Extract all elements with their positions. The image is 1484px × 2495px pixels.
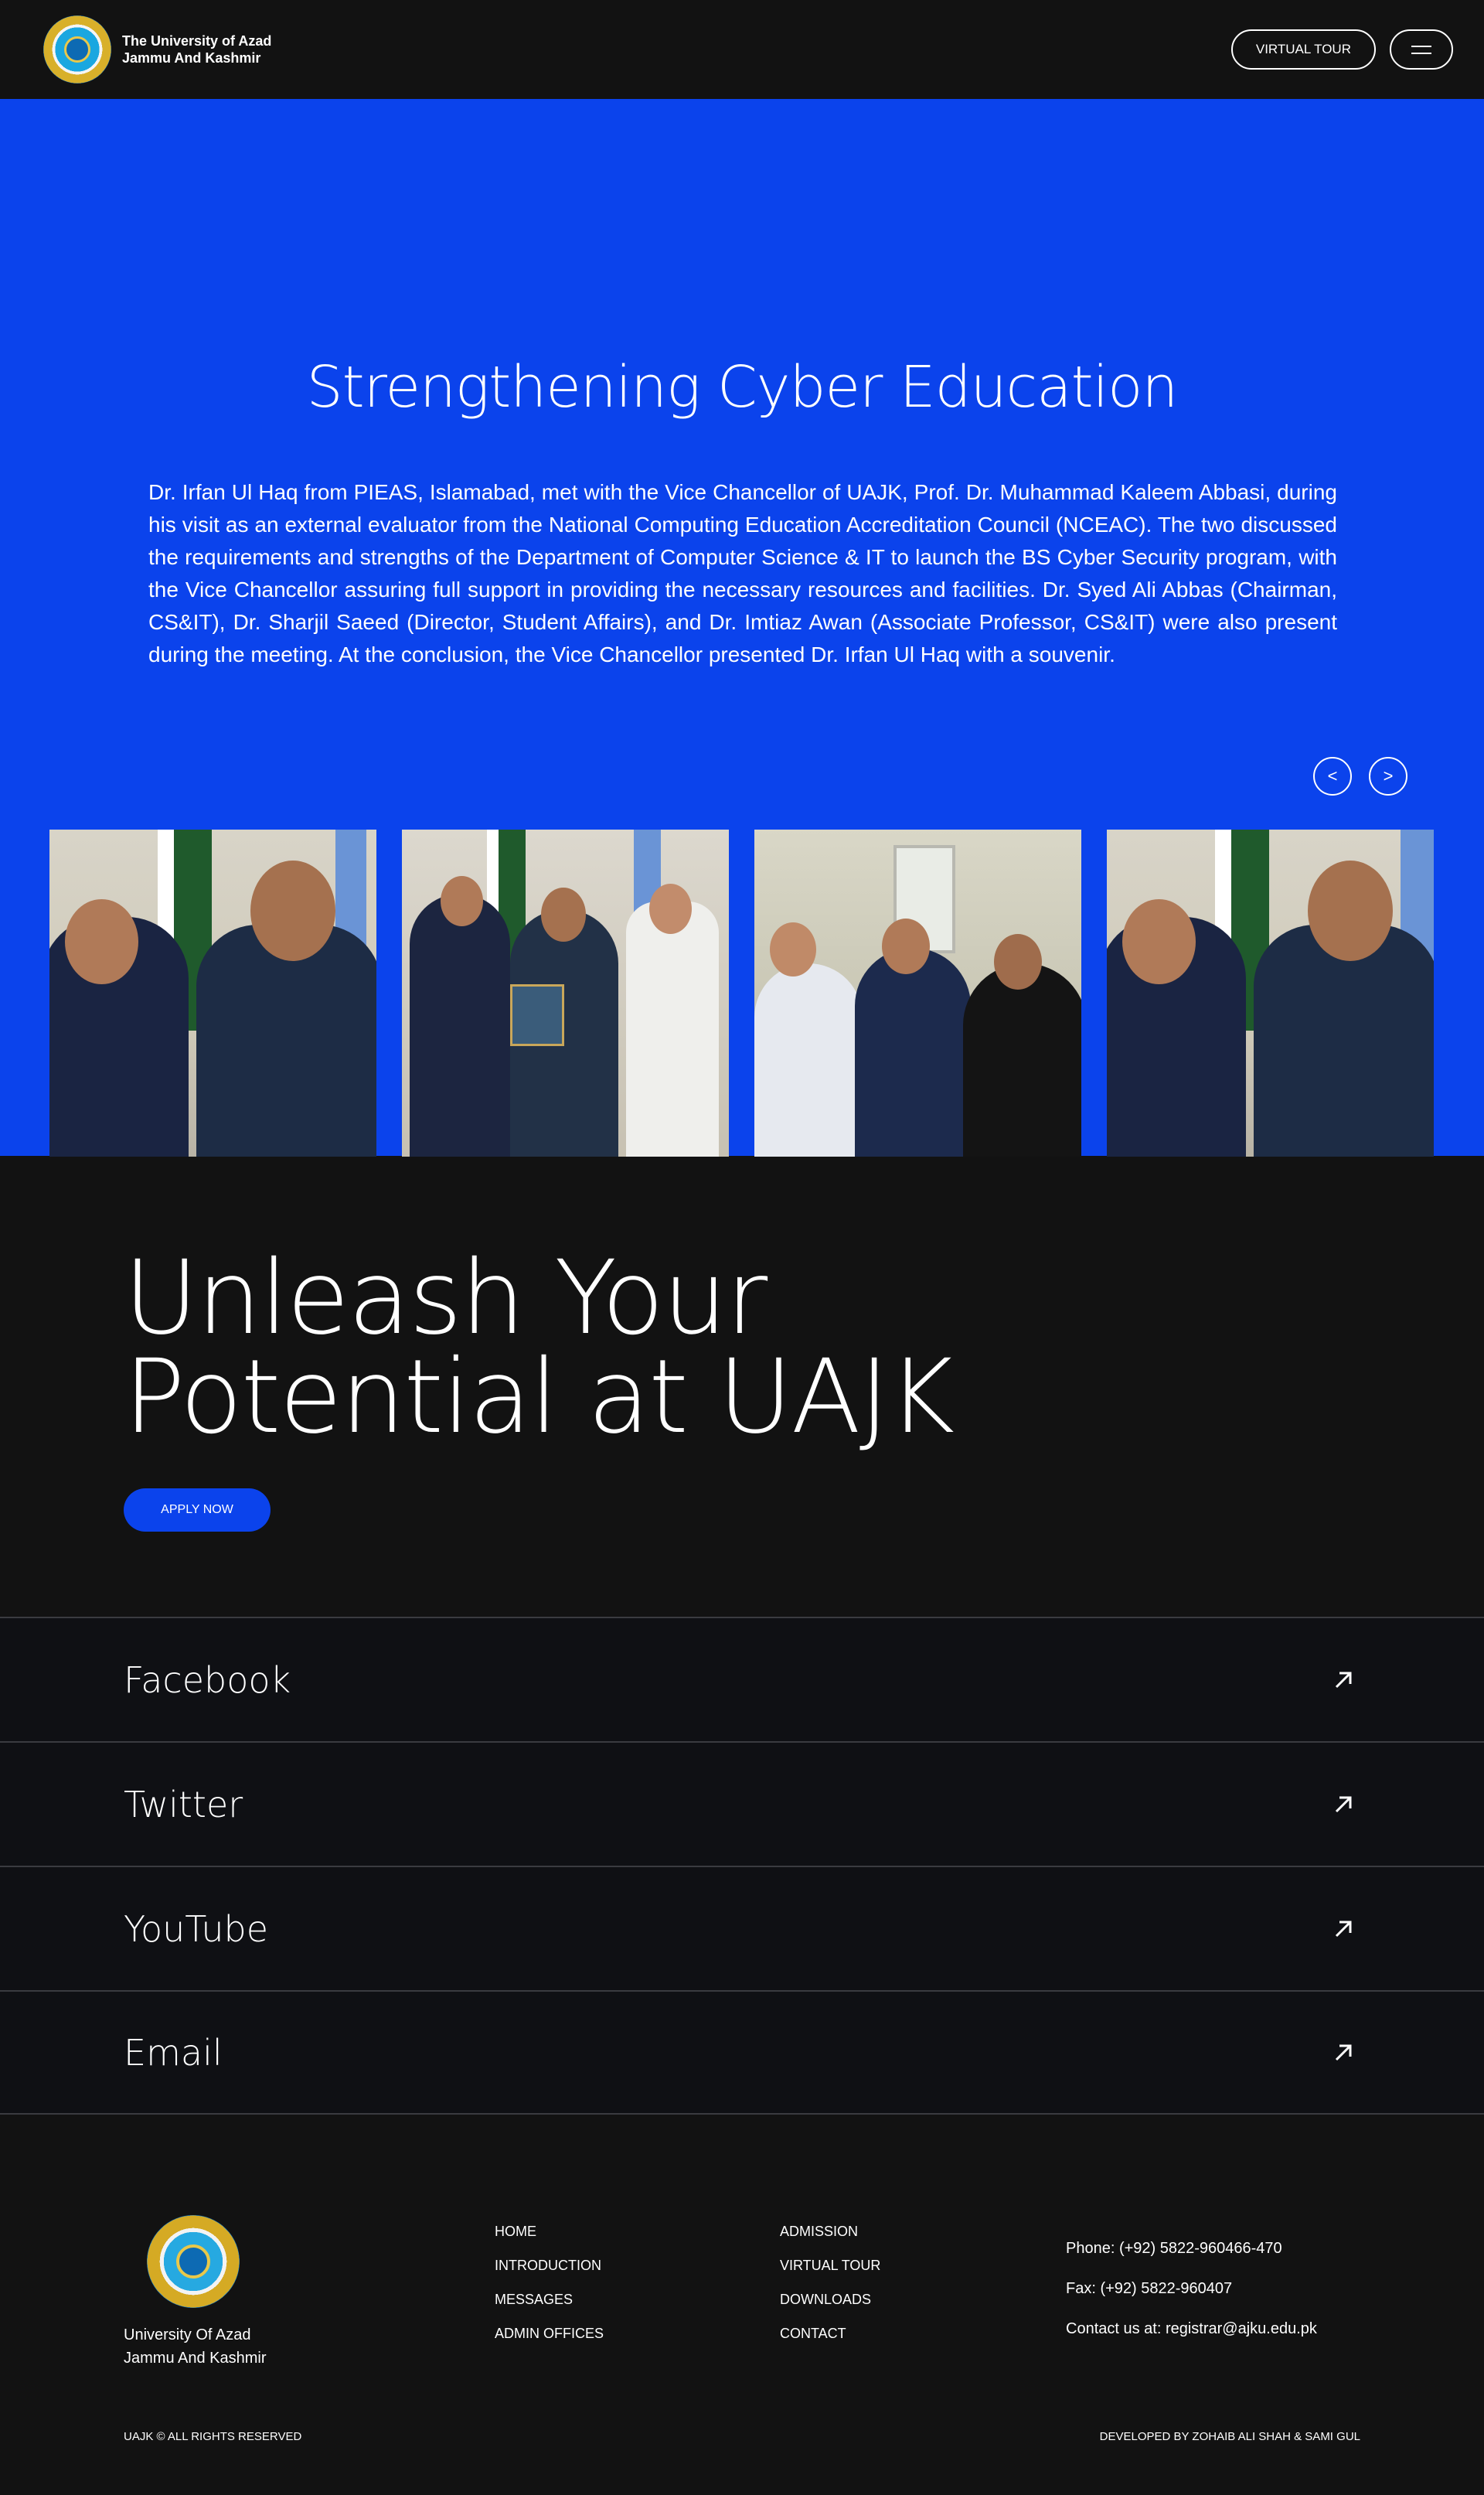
footer-nav-col1: HOME INTRODUCTION MESSAGES ADMIN OFFICES [495,2221,604,2343]
footer-bottom-bar: UAJK © ALL RIGHTS RESERVED DEVELOPED BY … [124,2430,1360,2443]
social-label: Twitter [124,1783,243,1825]
carousel-nav: < > [1313,757,1407,796]
menu-icon [1411,45,1431,47]
social-link-youtube[interactable]: YouTube [0,1866,1484,1990]
footer-email[interactable]: Contact us at: registrar@ajku.edu.pk [1066,2319,1317,2339]
apply-now-button[interactable]: APPLY NOW [124,1488,271,1532]
footer-fax: Fax: (+92) 5822-960407 [1066,2280,1233,2297]
arrow-up-right-icon [1335,1672,1352,1688]
gallery-photo-4[interactable] [1107,830,1434,1157]
social-label: Email [124,2031,223,2074]
social-link-twitter[interactable]: Twitter [0,1741,1484,1866]
brand-line2: Jammu And Kashmir [122,50,261,66]
footer-link-home[interactable]: HOME [495,2221,604,2241]
header-actions: VIRTUAL TOUR [1230,29,1453,70]
gallery-photo-2[interactable] [402,830,729,1157]
footer-nav-col2: ADMISSION VIRTUAL TOUR DOWNLOADS CONTACT [780,2221,880,2343]
footer-link-introduction[interactable]: INTRODUCTION [495,2255,604,2275]
site-footer: University Of Azad Jammu And Kashmir HOM… [0,2115,1484,2494]
social-label: YouTube [124,1907,269,1950]
arrow-up-right-icon [1335,1796,1352,1812]
footer-link-messages[interactable]: MESSAGES [495,2289,604,2309]
cta-title-line2: Potential at UAJK [124,1338,955,1457]
footer-link-downloads[interactable]: DOWNLOADS [780,2289,880,2309]
carousel-next-button[interactable]: > [1369,757,1407,796]
virtual-tour-button[interactable]: VIRTUAL TOUR [1230,29,1376,70]
news-hero: Strengthening Cyber Education Dr. Irfan … [0,99,1484,1157]
footer-name-line2: Jammu And Kashmir [124,2350,267,2367]
cta-title-line1: Unleash Your [124,1239,768,1358]
gallery-photo-1[interactable] [49,830,376,1157]
footer-link-admin-offices[interactable]: ADMIN OFFICES [495,2323,604,2343]
arrow-up-right-icon [1335,2044,1352,2060]
footer-link-virtual-tour[interactable]: VIRTUAL TOUR [780,2255,880,2275]
social-links: Facebook Twitter YouTube Email [0,1617,1484,2115]
developer-credit: DEVELOPED BY ZOHAIB ALI SHAH & SAMI GUL [1099,2430,1360,2443]
brand[interactable]: The University of Azad Jammu And Kashmir [43,15,271,84]
cta-title: Unleash Your Potential at UAJK [124,1239,1484,1457]
social-link-email[interactable]: Email [0,1990,1484,2115]
carousel-prev-button[interactable]: < [1313,757,1352,796]
footer-phone: Phone: (+92) 5822-960466-470 [1066,2240,1282,2257]
hero-body: Dr. Irfan Ul Haq from PIEAS, Islamabad, … [148,480,1337,666]
footer-logo [147,2215,240,2308]
footer-link-admission[interactable]: ADMISSION [780,2221,880,2241]
footer-link-contact[interactable]: CONTACT [780,2323,880,2343]
gallery-photo-3[interactable] [754,830,1081,1157]
university-logo [43,15,111,84]
brand-name: The University of Azad Jammu And Kashmir [122,32,271,66]
brand-line1: The University of Azad [122,33,272,49]
arrow-up-right-icon [1335,1921,1352,1937]
footer-name-line1: University Of Azad [124,2326,251,2343]
hero-title: Strengthening Cyber Education [306,354,1179,421]
site-header: The University of Azad Jammu And Kashmir… [0,0,1484,99]
social-label: Facebook [124,1658,291,1701]
footer-contact-info: Phone: (+92) 5822-960466-470 Fax: (+92) … [1066,2238,1317,2339]
cta-section: Unleash Your Potential at UAJK APPLY NOW [0,1156,1484,1617]
social-link-facebook[interactable]: Facebook [0,1617,1484,1741]
photo-gallery [49,830,1434,1157]
menu-icon-line [1411,52,1431,54]
footer-university-name: University Of Azad Jammu And Kashmir [124,2323,267,2370]
menu-button[interactable] [1390,29,1453,70]
copyright-text: UAJK © ALL RIGHTS RESERVED [124,2430,302,2443]
